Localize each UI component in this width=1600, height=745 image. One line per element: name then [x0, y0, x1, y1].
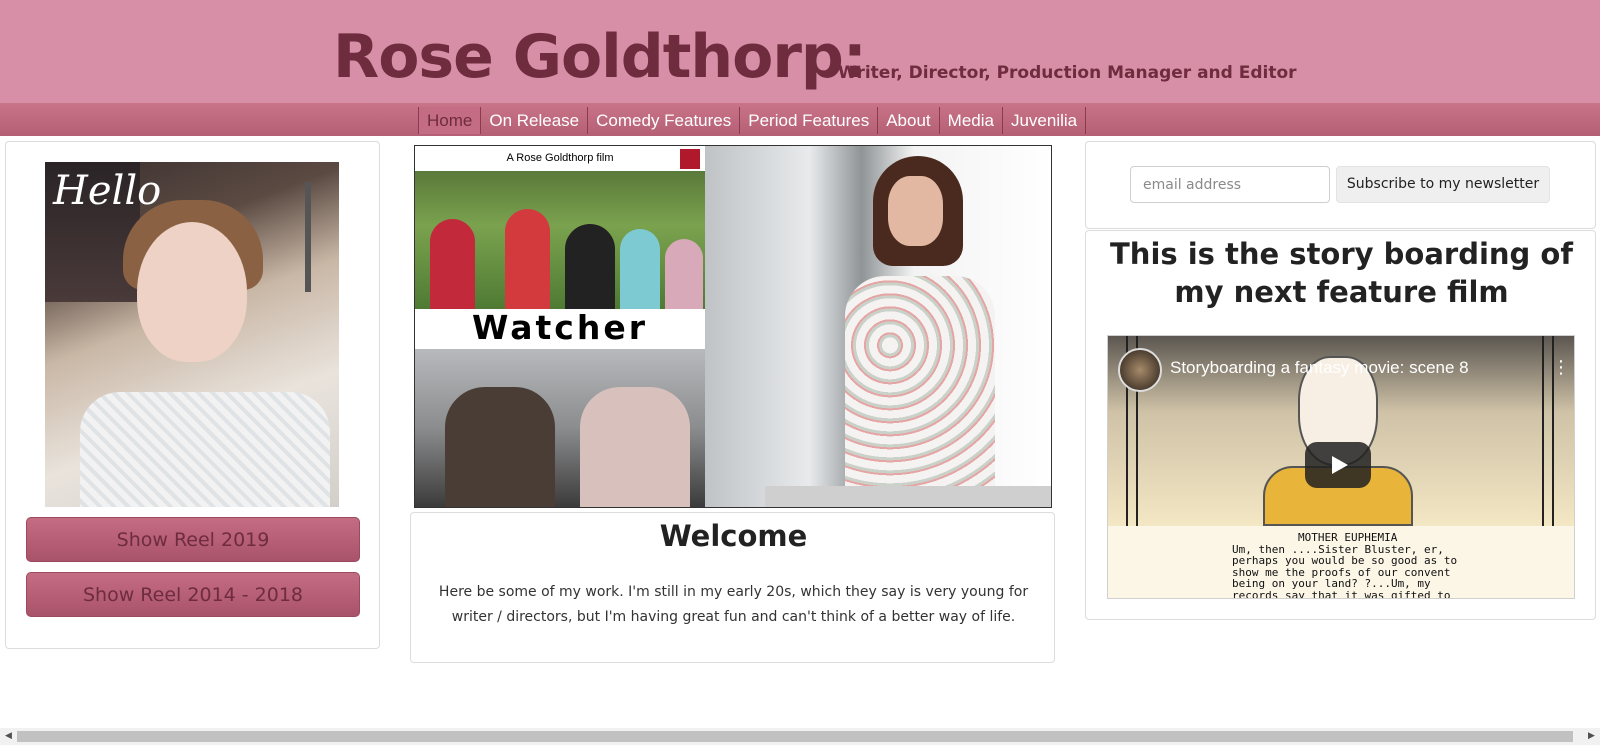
- figure-dark-robe: [565, 224, 615, 309]
- site-header: Rose Goldthorp: Writer, Director, Produc…: [0, 0, 1600, 103]
- newsletter-panel: Subscribe to my newsletter: [1085, 141, 1596, 229]
- script-line: perhaps you would be so good as to: [1232, 554, 1458, 567]
- welcome-panel: Welcome Here be some of my work. I'm sti…: [410, 512, 1055, 663]
- figure-red-kimono: [430, 219, 475, 309]
- film-poster: A Rose Goldthorp film Watcher: [415, 146, 705, 507]
- storyboard-panel: This is the story boarding of my next fe…: [1085, 230, 1596, 620]
- actress-face: [888, 176, 943, 246]
- storyboard-heading: This is the story boarding of my next fe…: [1110, 237, 1573, 309]
- woman-figure: [580, 387, 690, 507]
- scroll-right-arrow-icon[interactable]: ▶: [1583, 728, 1600, 745]
- portrait-face: [137, 222, 247, 362]
- site-subtitle: Writer, Director, Production Manager and…: [838, 63, 1297, 83]
- more-options-icon[interactable]: ⋮: [1552, 358, 1570, 378]
- poster-title: Watcher: [472, 308, 648, 347]
- main-nav: Home On Release Comedy Features Period F…: [0, 103, 1600, 136]
- scroll-left-arrow-icon[interactable]: ◀: [0, 728, 17, 745]
- horizontal-scrollbar[interactable]: ◀ ▶: [0, 728, 1600, 745]
- film-still: [705, 146, 1051, 507]
- poster-garden-photo: [415, 171, 705, 309]
- show-reel-2014-2018-button[interactable]: Show Reel 2014 - 2018: [26, 572, 360, 617]
- figure-pink-robe: [665, 239, 703, 309]
- channel-avatar[interactable]: [1118, 348, 1162, 392]
- video-script-excerpt: MOTHER EUPHEMIA Um, then ....Sister Blus…: [1232, 531, 1532, 599]
- actress-floral-dress: [845, 276, 995, 507]
- site-title: Rose Goldthorp:: [333, 22, 867, 92]
- play-icon[interactable]: [1305, 442, 1371, 488]
- nav-item-media[interactable]: Media: [940, 107, 1003, 134]
- nav-item-period-features[interactable]: Period Features: [740, 107, 879, 134]
- figure-blue-robe: [620, 229, 660, 309]
- eiffel-tower-picture: [293, 182, 323, 292]
- kitchen-counter: [765, 486, 1051, 507]
- nav-item-juvenilia[interactable]: Juvenilia: [1003, 107, 1087, 134]
- poster-credit: A Rose Goldthorp film: [506, 152, 614, 164]
- portrait-lace-top: [80, 392, 330, 507]
- profile-photo: Hello: [45, 162, 339, 507]
- nav-list: Home On Release Comedy Features Period F…: [418, 107, 1087, 134]
- figure-red-robe: [505, 209, 550, 309]
- featured-film-banner[interactable]: A Rose Goldthorp film Watcher: [414, 145, 1052, 508]
- nav-item-on-release[interactable]: On Release: [481, 107, 589, 134]
- script-speaker: MOTHER EUPHEMIA: [1298, 531, 1398, 544]
- nav-item-home[interactable]: Home: [418, 107, 482, 134]
- welcome-heading: Welcome: [659, 519, 808, 553]
- welcome-text: Here be some of my work. I'm still in my…: [438, 584, 1029, 625]
- email-field[interactable]: [1130, 166, 1330, 203]
- video-title[interactable]: Storyboarding a fantasy movie: scene 8: [1170, 358, 1469, 378]
- poster-hello-text: Hello: [53, 168, 162, 214]
- man-figure: [445, 387, 555, 507]
- nav-item-about[interactable]: About: [878, 107, 940, 134]
- storyboard-video-embed[interactable]: Storyboarding a fantasy movie: scene 8 ⋮…: [1107, 335, 1575, 599]
- scrollbar-thumb[interactable]: [17, 731, 1573, 742]
- show-reel-2019-button[interactable]: Show Reel 2019: [26, 517, 360, 562]
- script-line: records say that it was gifted to: [1232, 588, 1451, 599]
- profile-panel: Hello Show Reel 2019 Show Reel 2014 - 20…: [5, 141, 380, 649]
- poster-sofa-photo: [415, 349, 705, 507]
- script-line: being on your land? ?...Um, my: [1232, 577, 1431, 590]
- studio-logo: [680, 149, 700, 169]
- nav-item-comedy-features[interactable]: Comedy Features: [588, 107, 741, 134]
- subscribe-button[interactable]: Subscribe to my newsletter: [1336, 166, 1550, 203]
